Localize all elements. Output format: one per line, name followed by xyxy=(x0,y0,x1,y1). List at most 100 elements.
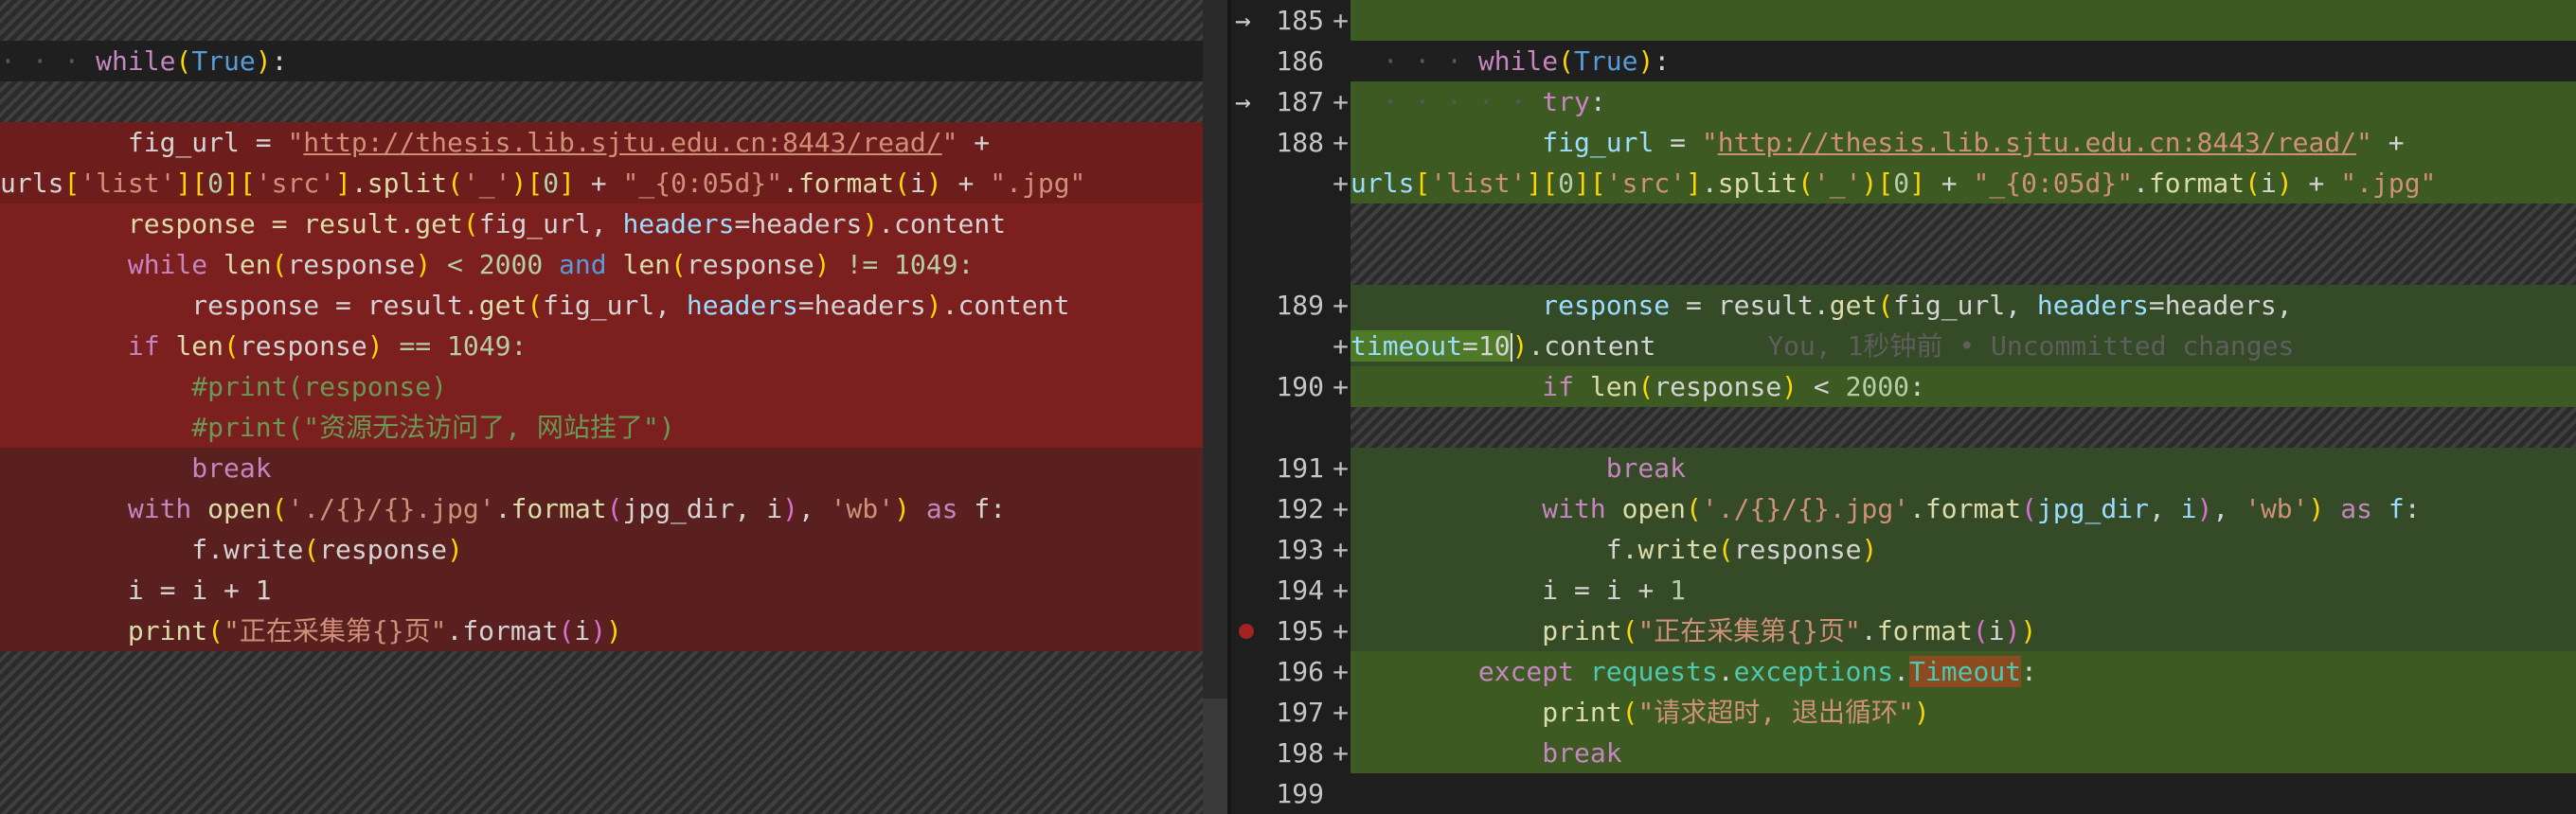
code-line[interactable]: break xyxy=(0,448,1227,488)
arrow-right-icon[interactable]: → xyxy=(1235,81,1251,122)
code-line[interactable]: fig_url = "http://thesis.lib.sjtu.edu.cn… xyxy=(1351,122,2576,163)
code-line[interactable]: print("正在采集第{}页".format(i)) xyxy=(0,610,1227,651)
gutter-line[interactable]: 195 + xyxy=(1231,610,1351,651)
token-keyword: and xyxy=(559,249,607,280)
code-line[interactable]: if len(response) == 1049: xyxy=(0,326,1227,366)
added-marker: + xyxy=(1333,493,1349,524)
gutter-line[interactable]: 194 + xyxy=(1231,570,1351,610)
code-line[interactable]: urls['list'][0]['src'].split('_')[0] + "… xyxy=(1351,163,2576,204)
gutter-line[interactable]: 199 xyxy=(1231,773,1351,814)
hatch-filler xyxy=(1351,204,2576,285)
gutter-line[interactable]: 196 + xyxy=(1231,651,1351,692)
line-number: 196 xyxy=(1276,656,1324,687)
line-number: 185 xyxy=(1276,5,1324,36)
token-string: "正在采集第{}页" xyxy=(224,615,447,646)
breakpoint-icon[interactable] xyxy=(1239,624,1254,639)
token: =10 xyxy=(1462,330,1511,362)
token-fn: format xyxy=(797,168,895,199)
gutter-line[interactable]: 189 + xyxy=(1231,285,1351,326)
code-line[interactable] xyxy=(1351,0,2576,41)
line-number: 197 xyxy=(1276,697,1324,728)
added-marker: + xyxy=(1333,656,1349,687)
code-line[interactable]: · · · · · try: xyxy=(1351,81,2576,122)
token-keyword: while xyxy=(127,249,208,280)
code-line[interactable]: break xyxy=(1351,733,2576,773)
token-number: == 1049: xyxy=(383,330,528,362)
token-number: != 1049: xyxy=(830,249,975,280)
code-line[interactable]: i = i + 1 xyxy=(0,570,1227,610)
code-line[interactable]: with open('./{}/{}.jpg'.format(jpg_dir, … xyxy=(1351,488,2576,529)
gutter-line[interactable]: 191 + xyxy=(1231,448,1351,488)
token: response xyxy=(287,249,416,280)
gutter-line[interactable]: 198 + xyxy=(1231,733,1351,773)
code-line[interactable]: urls['list'][0]['src'].split('_')[0] + "… xyxy=(0,163,1227,204)
gutter-line[interactable]: → 185 + xyxy=(1231,0,1351,41)
line-number: 191 xyxy=(1276,452,1324,484)
token-keyword: try xyxy=(1542,86,1590,117)
code-line[interactable]: print("正在采集第{}页".format(i)) xyxy=(1351,610,2576,651)
added-marker: + xyxy=(1333,371,1349,402)
line-number: 193 xyxy=(1276,534,1324,565)
added-marker: + xyxy=(1333,168,1349,199)
code-line[interactable]: while len(response) < 2000 and len(respo… xyxy=(0,244,1227,285)
gutter-line[interactable]: 192 + xyxy=(1231,488,1351,529)
scrollbar-left[interactable] xyxy=(1203,0,1227,814)
git-blame-annotation[interactable]: You, 1秒钟前 • Uncommitted changes xyxy=(1767,330,2294,362)
code-line[interactable]: except requests.exceptions.Timeout: xyxy=(1351,651,2576,692)
code-line[interactable]: fig_url = "http://thesis.lib.sjtu.edu.cn… xyxy=(0,122,1227,163)
token: i = i + 1 xyxy=(127,575,272,606)
token-fn: len xyxy=(622,249,671,280)
code-line[interactable] xyxy=(1351,773,2576,814)
line-number: 186 xyxy=(1276,45,1324,77)
code-line[interactable]: i = i + 1 xyxy=(1351,570,2576,610)
scrollbar-thumb-left[interactable] xyxy=(1203,699,1227,814)
code-line[interactable]: · · · while(True): xyxy=(1351,41,2576,81)
gutter-line[interactable]: + xyxy=(1231,163,1351,204)
token-comment: #print(response) xyxy=(191,371,448,402)
code-line[interactable]: #print("资源无法访问了, 网站挂了") xyxy=(0,407,1227,448)
gutter-line[interactable]: → 187 + xyxy=(1231,81,1351,122)
token-assign: fig_url = xyxy=(127,127,288,158)
gutter-line[interactable]: + xyxy=(1231,326,1351,366)
token-string: '_' xyxy=(462,168,511,199)
diff-right-pane: · · · while(True): · · · · · try: fig_ur… xyxy=(1351,0,2576,814)
token-string: "_{0:05d}" xyxy=(622,168,783,199)
code-line[interactable]: if len(response) < 2000: xyxy=(1351,366,2576,407)
code-line[interactable]: response = result.get(fig_url, headers=h… xyxy=(0,285,1227,326)
gutter-line[interactable]: 190 + xyxy=(1231,366,1351,407)
added-marker: + xyxy=(1333,86,1349,117)
code-line[interactable]: f.write(response) xyxy=(0,529,1227,570)
added-marker: + xyxy=(1333,615,1349,646)
added-marker: + xyxy=(1333,127,1349,158)
line-number-gutter: → 185 +186 → 187 +188 + +189 + +190 +191 +192 +193 +1… xyxy=(1231,0,1351,814)
code-line[interactable]: f.write(response) xyxy=(1351,529,2576,570)
gutter-line[interactable]: 188 + xyxy=(1231,122,1351,163)
token-keyword: break xyxy=(191,452,272,484)
code-line[interactable]: · · · while(True): xyxy=(0,41,1227,81)
gutter-line[interactable]: 186 xyxy=(1231,41,1351,81)
diff-left-pane: · · · while(True): fig_url = "http://the… xyxy=(0,0,1227,814)
code-line[interactable]: #print(response) xyxy=(0,366,1227,407)
code-line[interactable]: print("请求超时, 退出循环") xyxy=(1351,692,2576,733)
added-marker: + xyxy=(1333,575,1349,606)
added-marker: + xyxy=(1333,737,1349,769)
arrow-right-icon[interactable]: → xyxy=(1235,0,1251,41)
token-keyword: with xyxy=(127,493,192,524)
token: jpg_dir xyxy=(622,493,735,524)
code-line[interactable]: timeout=10).content You, 1秒钟前 • Uncommit… xyxy=(1351,326,2576,366)
token-string: ".jpg" xyxy=(990,168,1086,199)
token: .content xyxy=(878,208,1007,239)
token-string: 'list' xyxy=(80,168,176,199)
line-number: 188 xyxy=(1276,127,1324,158)
code-line[interactable]: response = result.get(fig_url, headers=h… xyxy=(0,204,1227,244)
url-link[interactable]: http://thesis.lib.sjtu.edu.cn:8443/read/ xyxy=(303,127,941,158)
gutter-line[interactable]: 193 + xyxy=(1231,529,1351,570)
code-line[interactable]: response = result.get(fig_url, headers=h… xyxy=(1351,285,2576,326)
hatch-filler xyxy=(0,81,1227,122)
token: f: xyxy=(974,493,1007,524)
line-number: 198 xyxy=(1276,737,1324,769)
token-string: "请求超时, 退出循环" xyxy=(1637,697,1914,728)
code-line[interactable]: break xyxy=(1351,448,2576,488)
code-line[interactable]: with open('./{}/{}.jpg'.format(jpg_dir, … xyxy=(0,488,1227,529)
gutter-line[interactable]: 197 + xyxy=(1231,692,1351,733)
